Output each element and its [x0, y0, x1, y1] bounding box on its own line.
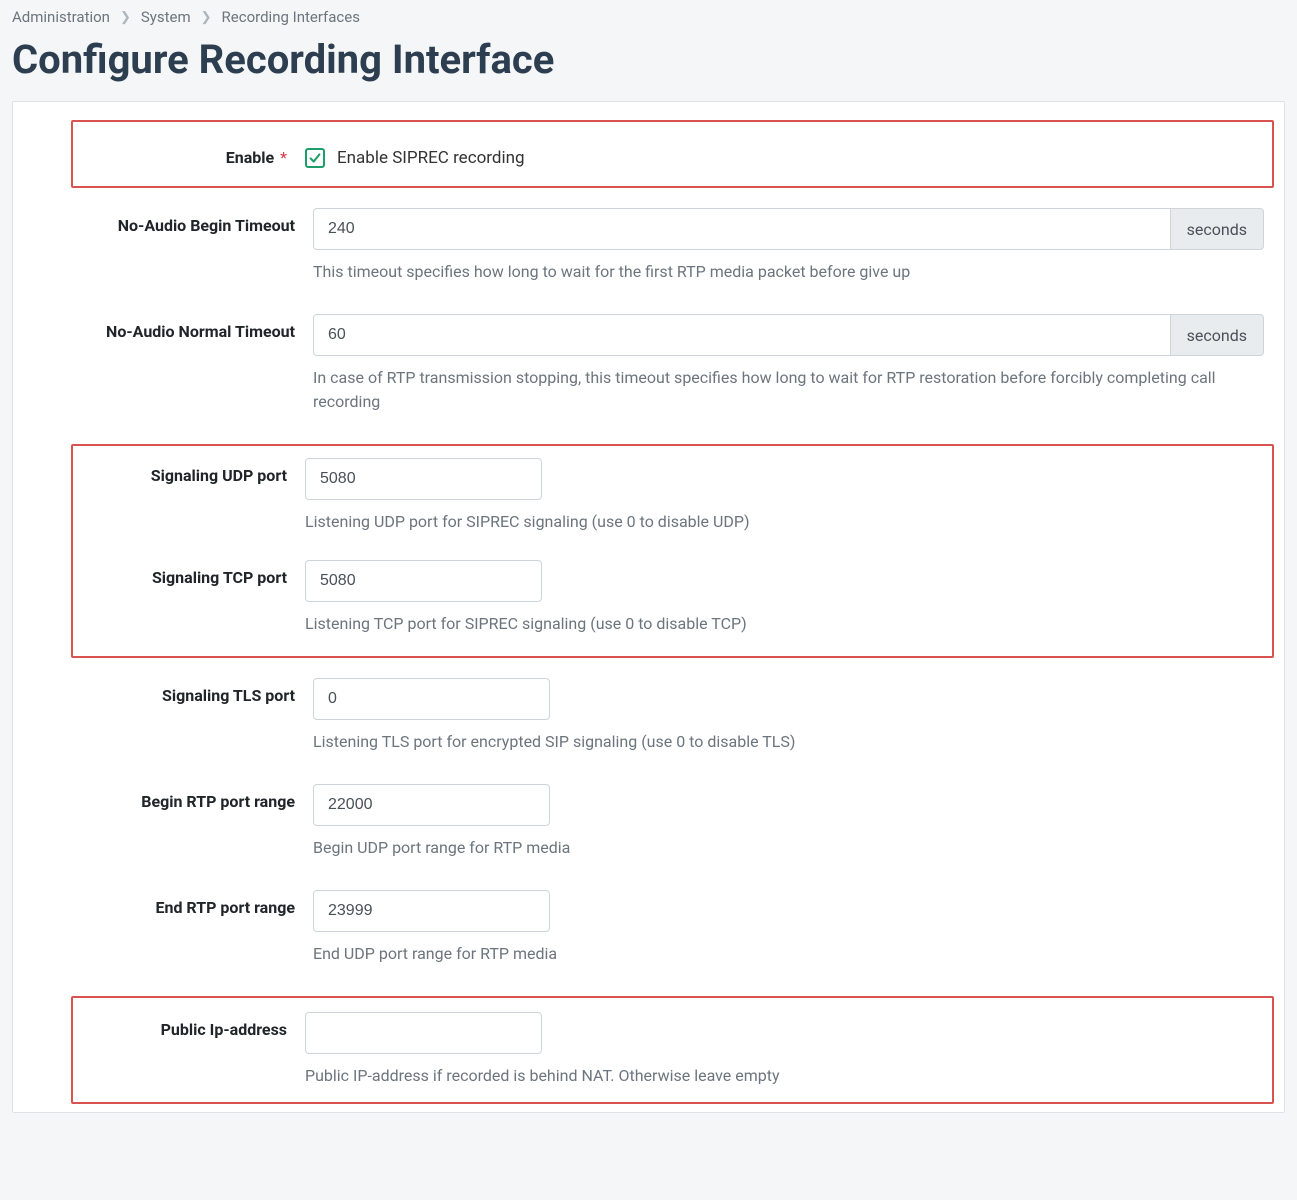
- help-sig-tls: Listening TLS port for encrypted SIP sig…: [313, 730, 1264, 754]
- no-audio-normal-input[interactable]: [313, 314, 1171, 356]
- label-end-rtp: End RTP port range: [23, 890, 313, 917]
- required-asterisk: *: [276, 148, 287, 167]
- label-no-audio-normal: No-Audio Normal Timeout: [23, 314, 313, 341]
- help-end-rtp: End UDP port range for RTP media: [313, 942, 1264, 966]
- check-icon: [308, 151, 322, 165]
- enable-checkbox[interactable]: [305, 148, 325, 168]
- breadcrumb: Administration ❯ System ❯ Recording Inte…: [12, 0, 1285, 30]
- breadcrumb-link-recording-interfaces[interactable]: Recording Interfaces: [222, 8, 360, 26]
- chevron-right-icon: ❯: [201, 10, 212, 25]
- help-no-audio-normal: In case of RTP transmission stopping, th…: [313, 366, 1264, 414]
- label-no-audio-begin: No-Audio Begin Timeout: [23, 208, 313, 235]
- highlight-public-ip: Public Ip-address Public IP-address if r…: [71, 996, 1274, 1104]
- help-no-audio-begin: This timeout specifies how long to wait …: [313, 260, 1264, 284]
- end-rtp-input[interactable]: [313, 890, 550, 932]
- label-sig-udp: Signaling UDP port: [73, 458, 305, 485]
- addon-seconds: seconds: [1171, 314, 1264, 356]
- highlight-signaling: Signaling UDP port Listening UDP port fo…: [71, 444, 1274, 658]
- sig-tcp-input[interactable]: [305, 560, 542, 602]
- label-enable: Enable *: [73, 140, 305, 167]
- highlight-enable: Enable * Enable SIPREC recording: [71, 120, 1274, 188]
- public-ip-input[interactable]: [305, 1012, 542, 1054]
- config-panel: Enable * Enable SIPREC recording No-Audi…: [12, 101, 1285, 1113]
- help-begin-rtp: Begin UDP port range for RTP media: [313, 836, 1264, 860]
- sig-tls-input[interactable]: [313, 678, 550, 720]
- label-sig-tls: Signaling TLS port: [23, 678, 313, 705]
- breadcrumb-link-system[interactable]: System: [141, 8, 191, 26]
- sig-udp-input[interactable]: [305, 458, 542, 500]
- enable-checkbox-label: Enable SIPREC recording: [337, 148, 525, 168]
- label-sig-tcp: Signaling TCP port: [73, 560, 305, 587]
- help-sig-tcp: Listening TCP port for SIPREC signaling …: [305, 612, 1268, 636]
- page-title: Configure Recording Interface: [12, 36, 1285, 83]
- addon-seconds: seconds: [1171, 208, 1264, 250]
- breadcrumb-link-administration[interactable]: Administration: [12, 8, 110, 26]
- chevron-right-icon: ❯: [120, 10, 131, 25]
- label-public-ip: Public Ip-address: [73, 1012, 305, 1039]
- help-sig-udp: Listening UDP port for SIPREC signaling …: [305, 510, 1268, 534]
- help-public-ip: Public IP-address if recorded is behind …: [305, 1064, 1268, 1088]
- label-begin-rtp: Begin RTP port range: [23, 784, 313, 811]
- no-audio-begin-input[interactable]: [313, 208, 1171, 250]
- begin-rtp-input[interactable]: [313, 784, 550, 826]
